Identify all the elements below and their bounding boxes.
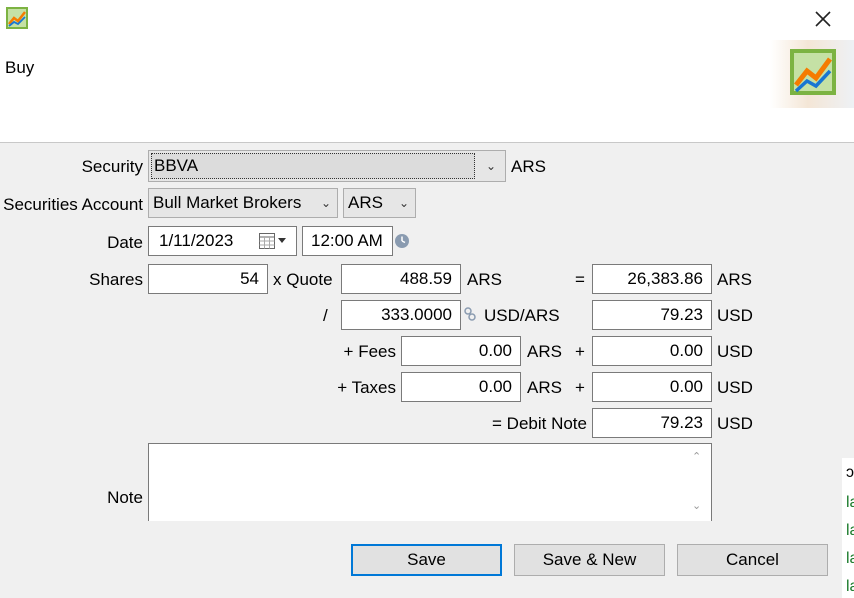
background-text: la xyxy=(846,494,854,511)
quote-input[interactable]: 488.59 xyxy=(341,264,461,294)
security-dropdown[interactable]: BBVA ⌄ xyxy=(148,150,506,182)
dialog-header: Buy xyxy=(0,0,854,143)
fees-currency: ARS xyxy=(527,342,562,361)
converted-total-input[interactable]: 79.23 xyxy=(592,300,712,330)
quote-label: x Quote xyxy=(273,270,333,289)
exchange-rate-icon[interactable] xyxy=(463,307,477,321)
chart-trend-icon xyxy=(790,49,836,95)
taxes-label: + Taxes xyxy=(337,378,396,397)
background-text: la xyxy=(846,578,854,595)
scroll-down-icon[interactable]: ⌄ xyxy=(692,499,701,512)
scroll-up-icon[interactable]: ⌃ xyxy=(692,450,701,463)
debit-note-input[interactable]: 79.23 xyxy=(592,408,712,438)
save-button[interactable]: Save xyxy=(351,544,502,576)
cancel-button[interactable]: Cancel xyxy=(677,544,828,576)
date-label: Date xyxy=(107,233,143,252)
taxes-converted-currency: USD xyxy=(717,378,753,397)
background-text: ɔ xyxy=(846,464,854,481)
security-value: BBVA xyxy=(151,153,475,179)
date-value: 1/11/2023 xyxy=(159,231,234,250)
dialog-title: Buy xyxy=(5,58,35,77)
note-textarea[interactable]: ⌃ ⌄ xyxy=(148,443,712,521)
debit-note-label: = Debit Note xyxy=(492,414,587,433)
note-label: Note xyxy=(107,488,143,507)
exchange-rate-unit: USD/ARS xyxy=(484,306,560,325)
gross-total-input[interactable]: 26,383.86 xyxy=(592,264,712,294)
security-currency: ARS xyxy=(511,157,546,176)
chevron-down-icon: ⌄ xyxy=(320,196,331,210)
account-dropdown[interactable]: Bull Market Brokers ⌄ xyxy=(148,188,338,218)
quote-currency: ARS xyxy=(467,270,502,289)
date-field[interactable]: 1/11/2023 xyxy=(148,226,297,256)
background-text: la xyxy=(846,550,854,567)
chart-trend-icon xyxy=(6,7,28,29)
chevron-down-icon: ⌄ xyxy=(398,196,409,210)
account-currency-value: ARS xyxy=(348,193,383,212)
note-scrollbar[interactable]: ⌃ ⌄ xyxy=(685,444,711,521)
taxes-input[interactable]: 0.00 xyxy=(401,372,521,402)
equals-sign: = xyxy=(575,270,585,289)
taxes-plus-sign: + xyxy=(575,378,585,397)
account-currency-dropdown[interactable]: ARS ⌄ xyxy=(343,188,416,218)
fees-label: + Fees xyxy=(343,342,396,361)
account-value: Bull Market Brokers xyxy=(153,193,302,212)
background-text: la xyxy=(846,522,854,539)
debit-note-currency: USD xyxy=(717,414,753,433)
taxes-currency: ARS xyxy=(527,378,562,397)
clock-icon[interactable] xyxy=(394,233,410,249)
account-label: Securities Account xyxy=(3,195,143,214)
time-field[interactable]: 12:00 AM xyxy=(302,226,393,256)
close-icon[interactable] xyxy=(810,6,836,32)
save-and-new-button[interactable]: Save & New xyxy=(514,544,665,576)
fees-converted-currency: USD xyxy=(717,342,753,361)
calendar-icon[interactable] xyxy=(259,233,289,249)
exchange-rate-input[interactable]: 333.0000 xyxy=(341,300,461,330)
chevron-down-icon: ⌄ xyxy=(485,159,497,173)
background-window-edge: ɔ la la la la xyxy=(842,458,854,598)
fees-input[interactable]: 0.00 xyxy=(401,336,521,366)
shares-label: Shares xyxy=(89,270,143,289)
security-label: Security xyxy=(81,157,143,176)
fees-converted-input[interactable]: 0.00 xyxy=(592,336,712,366)
taxes-converted-input[interactable]: 0.00 xyxy=(592,372,712,402)
gross-total-currency: ARS xyxy=(717,270,752,289)
converted-total-currency: USD xyxy=(717,306,753,325)
time-value: 12:00 AM xyxy=(311,231,383,250)
shares-input[interactable]: 54 xyxy=(148,264,268,294)
divide-sign: / xyxy=(323,306,328,325)
fees-plus-sign: + xyxy=(575,342,585,361)
